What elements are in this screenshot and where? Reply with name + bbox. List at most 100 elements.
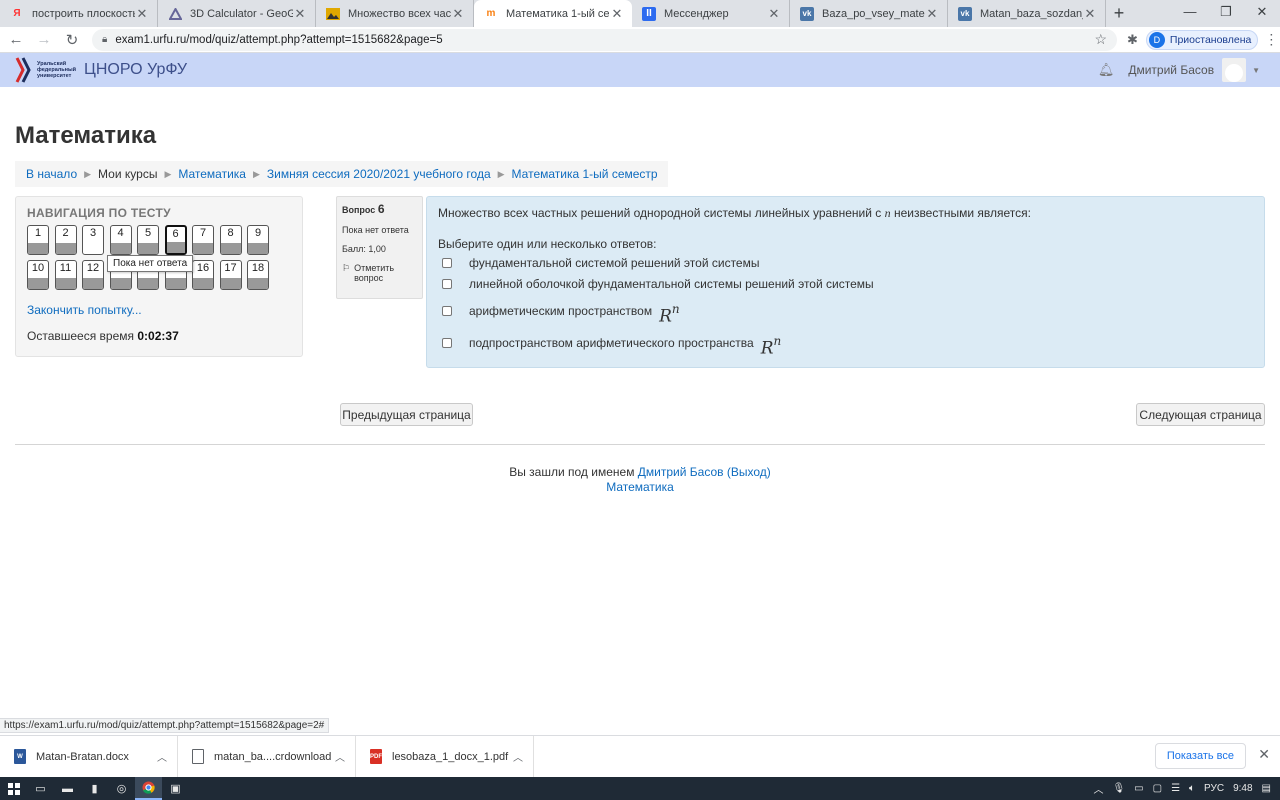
- breadcrumb-course[interactable]: Математика 1-ый семестр: [512, 167, 658, 181]
- chevron-up-icon[interactable]: ︿: [335, 749, 345, 764]
- course-home-link[interactable]: Математика: [606, 480, 674, 494]
- close-tab-icon[interactable]: ✕: [135, 6, 149, 22]
- browser-tab[interactable]: II Мессенджер ✕: [632, 0, 790, 27]
- previous-page-button[interactable]: Предыдущая страница: [340, 403, 473, 426]
- new-tab-button[interactable]: +: [1106, 0, 1132, 27]
- forward-icon[interactable]: →: [32, 31, 56, 48]
- download-item[interactable]: PDF lesobaza_1_docx_1.pdf ︿: [356, 735, 534, 778]
- question-nav-button[interactable]: 12: [82, 260, 104, 290]
- lock-icon[interactable]: 🔒︎: [102, 34, 107, 45]
- answer-checkbox[interactable]: [442, 338, 452, 349]
- next-page-button[interactable]: Следующая страница: [1136, 403, 1265, 426]
- question-nav-button[interactable]: 6: [164, 225, 187, 255]
- notification-bell-icon[interactable]: 🔔︎: [1098, 62, 1115, 78]
- restore-icon[interactable]: ❐: [1208, 0, 1244, 27]
- desktop-icon[interactable]: ▬: [54, 777, 81, 800]
- download-item[interactable]: matan_ba....crdownload ︿: [178, 735, 356, 778]
- close-tab-icon[interactable]: ✕: [767, 6, 781, 22]
- show-all-downloads-button[interactable]: Показать все: [1154, 743, 1246, 769]
- extensions-icon[interactable]: ✱: [1127, 32, 1138, 48]
- chevron-up-icon[interactable]: ︿: [1093, 781, 1103, 796]
- browser-tab[interactable]: Я построить плоскость онлайн ✕: [0, 0, 158, 27]
- user-profile-link[interactable]: Дмитрий Басов: [638, 465, 724, 479]
- answer-label[interactable]: фундаментальной системой решений этой си…: [469, 256, 759, 270]
- question-nav-button[interactable]: 7: [192, 225, 214, 255]
- breadcrumb-math[interactable]: Математика: [178, 167, 246, 181]
- speaker-icon[interactable]: 🔈︎: [1189, 783, 1195, 794]
- task-view-icon[interactable]: ▭: [27, 777, 54, 800]
- chevron-down-icon[interactable]: ▼: [1252, 66, 1260, 75]
- question-nav-button[interactable]: 17: [219, 260, 242, 290]
- address-bar[interactable]: 🔒︎ exam1.urfu.ru/mod/quiz/attempt.php?at…: [92, 28, 1117, 51]
- clock[interactable]: 9:48: [1233, 783, 1252, 794]
- close-window-icon[interactable]: ✕: [1244, 0, 1280, 27]
- question-nav-button[interactable]: 3: [82, 225, 104, 255]
- site-logo[interactable]: Уральский федеральный университет: [15, 56, 77, 84]
- answer-checkbox[interactable]: [442, 306, 452, 317]
- user-name[interactable]: Дмитрий Басов: [1128, 63, 1214, 77]
- close-tab-icon[interactable]: ✕: [925, 6, 939, 22]
- browser-tab[interactable]: 3D Calculator - GeoGebra ✕: [158, 0, 316, 27]
- answer-checkbox[interactable]: [442, 279, 452, 289]
- network-icon[interactable]: ▭: [1134, 783, 1143, 794]
- menu-icon[interactable]: ⋮: [1264, 31, 1278, 48]
- login-info: Вы зашли под именем Дмитрий Басов (Выход…: [0, 465, 1280, 480]
- answer-label[interactable]: подпространством арифметического простра…: [469, 336, 754, 350]
- file-icon[interactable]: ▮: [81, 777, 108, 800]
- question-nav-button[interactable]: 18: [247, 260, 269, 290]
- question-nav-button[interactable]: 9: [247, 225, 269, 255]
- question-nav-button[interactable]: 8: [219, 225, 242, 255]
- question-nav-button[interactable]: 16: [192, 260, 214, 290]
- question-nav-button[interactable]: 2: [54, 225, 77, 255]
- answer-label[interactable]: линейной оболочкой фундаментальной систе…: [469, 277, 874, 291]
- steam-icon[interactable]: ◎: [108, 777, 135, 800]
- chevron-up-icon[interactable]: ︿: [513, 749, 523, 764]
- browser-tab[interactable]: vk Baza_po_vsey_matematike ✕: [790, 0, 948, 27]
- flag-question-button[interactable]: ⚐ Отметить вопрос: [342, 263, 417, 283]
- logout-link[interactable]: (Выход): [727, 465, 771, 479]
- question-nav-button[interactable]: 10: [27, 260, 49, 290]
- finish-attempt-link[interactable]: Закончить попытку...: [27, 303, 142, 317]
- question-nav-button[interactable]: 11: [54, 260, 77, 290]
- browser-tab[interactable]: Множество всех частных решений ✕: [316, 0, 474, 27]
- language-indicator[interactable]: РУС: [1204, 783, 1224, 794]
- back-icon[interactable]: ←: [4, 31, 28, 48]
- start-icon[interactable]: [0, 777, 27, 800]
- question-nav-button[interactable]: 1: [27, 225, 49, 255]
- answer-option[interactable]: линейной оболочкой фундаментальной систе…: [442, 277, 874, 291]
- profile-button[interactable]: D Приостановлена: [1145, 29, 1259, 50]
- answer-checkbox[interactable]: [442, 258, 452, 268]
- question-nav-button[interactable]: 4: [109, 225, 132, 255]
- browser-tab-active[interactable]: m Математика 1-ый семестр ✕: [474, 0, 632, 27]
- flag-label: Отметить вопрос: [354, 263, 395, 283]
- close-tab-icon[interactable]: ✕: [610, 6, 624, 22]
- microphone-icon[interactable]: 🎙︎: [1112, 783, 1125, 794]
- notifications-icon[interactable]: ▤: [1262, 783, 1271, 794]
- close-tab-icon[interactable]: ✕: [1083, 6, 1097, 22]
- answer-label[interactable]: арифметическим пространством: [469, 304, 652, 318]
- minimize-icon[interactable]: —: [1172, 0, 1208, 27]
- question-nav-number: 8: [227, 227, 234, 239]
- close-tab-icon[interactable]: ✕: [451, 6, 465, 22]
- download-item[interactable]: W Matan-Bratan.docx ︿: [0, 735, 178, 778]
- terminal-icon[interactable]: ▣: [162, 777, 189, 800]
- close-tab-icon[interactable]: ✕: [293, 6, 307, 22]
- avatar[interactable]: [1222, 58, 1247, 82]
- question-nav-button[interactable]: 5: [137, 225, 159, 255]
- bookmark-star-icon[interactable]: ☆: [1094, 31, 1107, 48]
- display-icon[interactable]: ▢: [1153, 783, 1162, 794]
- chrome-icon[interactable]: [135, 777, 162, 800]
- close-downloads-icon[interactable]: ✕: [1258, 746, 1270, 763]
- wifi-icon[interactable]: ☰: [1171, 783, 1180, 794]
- answer-option[interactable]: фундаментальной системой решений этой си…: [442, 256, 759, 270]
- site-name[interactable]: ЦНОРО УрФУ: [84, 61, 187, 79]
- answer-option[interactable]: подпространством арифметического простра…: [442, 332, 781, 359]
- breadcrumb-session[interactable]: Зимняя сессия 2020/2021 учебного года: [267, 167, 491, 181]
- browser-tab[interactable]: vk Matan_baza_sozdan_2021_ ✕: [948, 0, 1106, 27]
- flag-icon: ⚐: [342, 263, 351, 273]
- reload-icon[interactable]: ↻: [60, 31, 84, 49]
- profile-avatar: D: [1148, 31, 1165, 48]
- chevron-up-icon[interactable]: ︿: [157, 749, 167, 764]
- breadcrumb-home[interactable]: В начало: [26, 167, 77, 181]
- answer-option[interactable]: арифметическим пространством Rn: [442, 300, 680, 327]
